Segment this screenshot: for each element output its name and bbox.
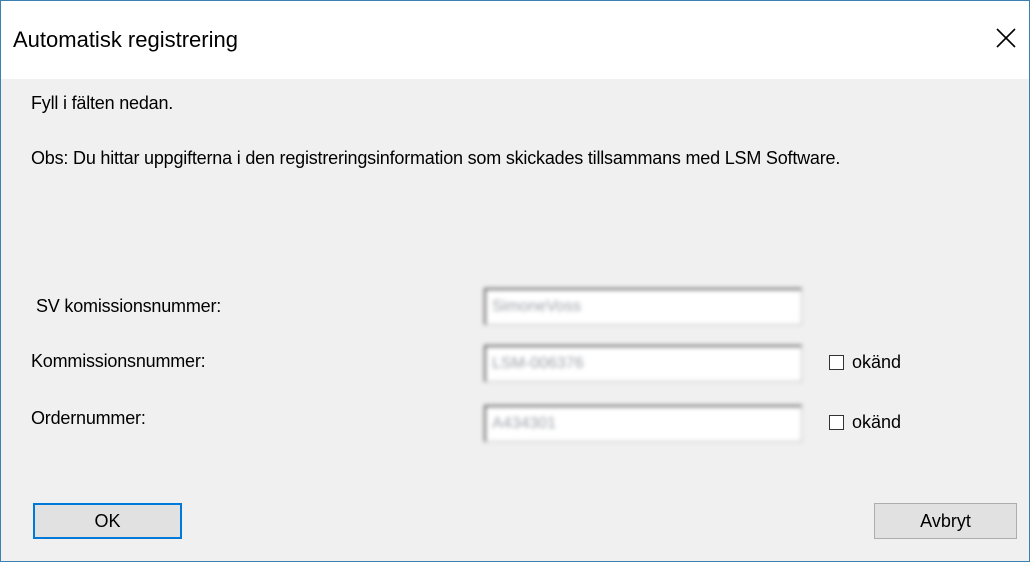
checkbox-box[interactable] bbox=[829, 414, 844, 430]
sv-commission-label: SV komissionsnummer: bbox=[36, 296, 222, 316]
checkbox-box[interactable] bbox=[829, 354, 844, 370]
cancel-button[interactable]: Avbryt bbox=[874, 503, 1017, 539]
title-bar: Automatisk registrering bbox=[1, 1, 1029, 79]
close-icon bbox=[996, 28, 1016, 48]
instruction-text: Fyll i fälten nedan. bbox=[31, 93, 174, 113]
dialog-title: Automatisk registrering bbox=[13, 27, 238, 52]
commission-label: Kommissionsnummer: bbox=[31, 351, 206, 371]
close-button[interactable] bbox=[983, 13, 1029, 63]
order-unknown-checkbox[interactable]: okänd bbox=[829, 410, 901, 434]
commission-unknown-label: okänd bbox=[852, 351, 902, 372]
dialog-window: Automatisk registrering Fyll i fälten ne… bbox=[0, 0, 1030, 562]
sv-commission-input[interactable] bbox=[484, 288, 802, 325]
order-label: Ordernummer: bbox=[31, 408, 146, 428]
commission-unknown-checkbox[interactable]: okänd bbox=[829, 350, 901, 374]
note-text: Obs: Du hittar uppgifterna i den registr… bbox=[31, 148, 841, 168]
order-input[interactable] bbox=[484, 405, 802, 442]
commission-input[interactable] bbox=[484, 345, 802, 382]
ok-button[interactable]: OK bbox=[33, 503, 182, 539]
order-unknown-label: okänd bbox=[852, 411, 902, 432]
